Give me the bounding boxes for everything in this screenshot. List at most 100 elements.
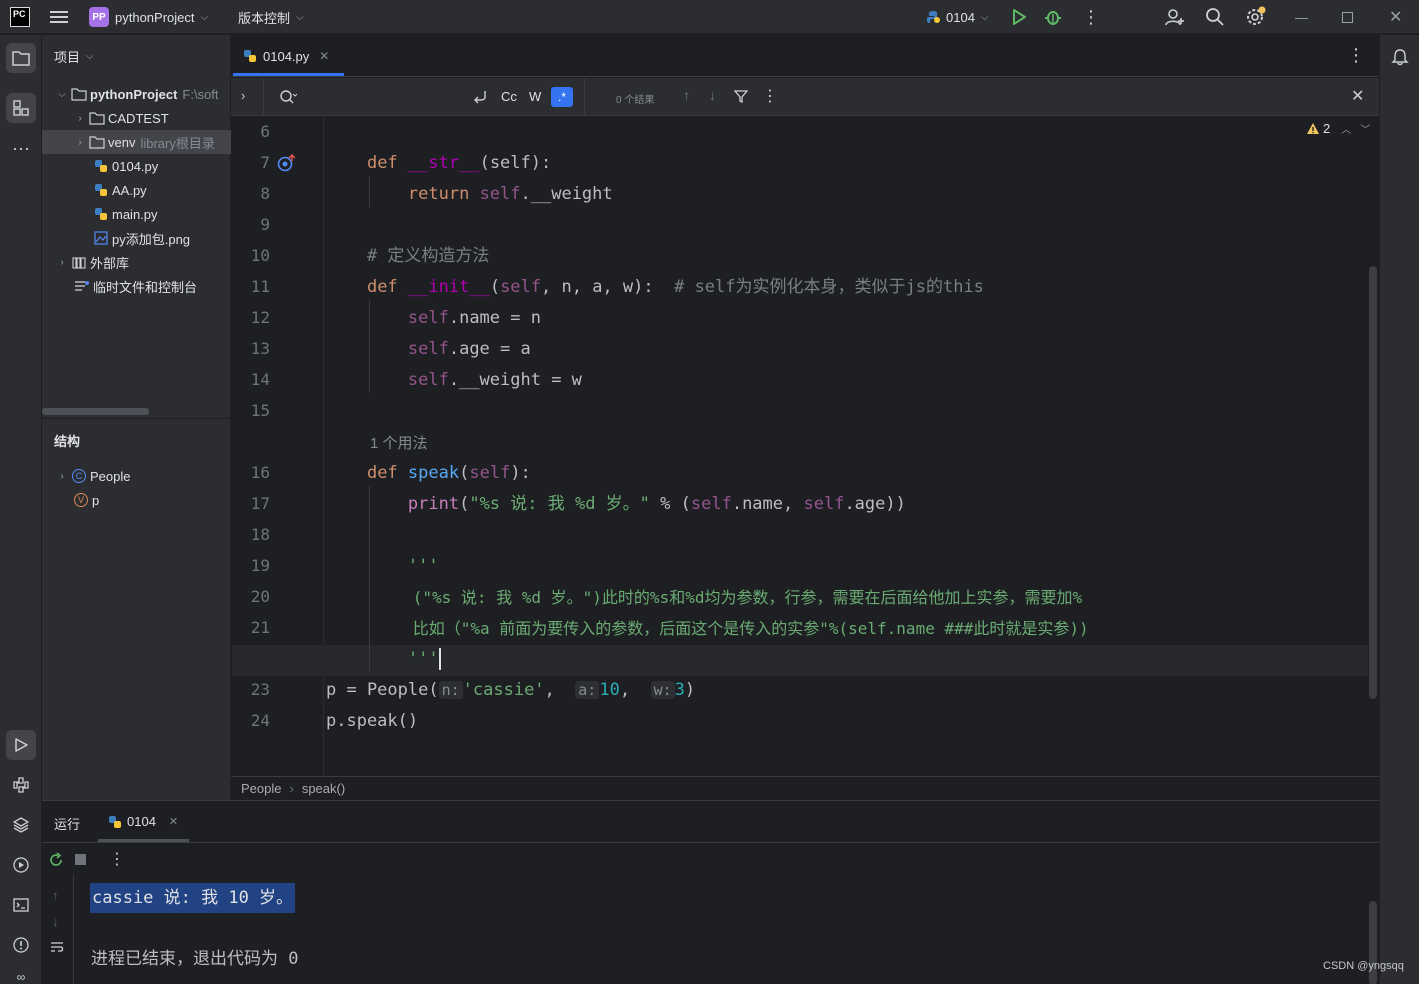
git-button[interactable]: ∞: [6, 970, 36, 984]
code-line-24[interactable]: p.speak(): [326, 706, 418, 737]
bug-icon: [1045, 11, 1061, 25]
param-hint: a:: [575, 681, 600, 699]
tree-item-cadtest[interactable]: › CADTEST: [42, 106, 231, 130]
code-line-13[interactable]: self.age = a: [326, 334, 531, 365]
close-tab-icon[interactable]: ✕: [319, 49, 329, 63]
project-tool-button[interactable]: [6, 43, 36, 73]
search-icon: [280, 90, 298, 104]
main-menu-button[interactable]: [50, 0, 68, 34]
previous-occurrence-button[interactable]: ↑: [683, 87, 690, 103]
run-config-selector[interactable]: 0104 ⌵: [926, 0, 989, 34]
services-button[interactable]: [6, 850, 36, 880]
whole-words-toggle[interactable]: W: [529, 89, 541, 104]
debug-button[interactable]: [1044, 0, 1062, 34]
divider: [263, 78, 264, 116]
app-logo[interactable]: PC: [10, 0, 30, 34]
console-output-line[interactable]: cassie 说: 我 10 岁。: [90, 883, 296, 913]
tree-item-external-libs[interactable]: › 外部库: [42, 250, 231, 274]
project-panel-header[interactable]: 项目 ⌵: [54, 47, 94, 66]
code-line-10[interactable]: # 定义构造方法: [326, 241, 489, 272]
rerun-button[interactable]: [48, 852, 64, 871]
run-button[interactable]: [1010, 0, 1028, 34]
horizontal-scrollbar[interactable]: [42, 408, 149, 415]
tree-item-venv[interactable]: › venv library根目录: [42, 130, 231, 154]
code-line-12[interactable]: self.name = n: [326, 303, 541, 334]
problems-button[interactable]: [6, 930, 36, 960]
code-line-7[interactable]: def __str__(self):: [326, 148, 551, 179]
line-number: 11: [250, 277, 270, 296]
inspection-widget[interactable]: 2 ︿ ﹀: [1306, 121, 1370, 136]
structure-tool-button[interactable]: [6, 93, 36, 123]
search-everywhere-button[interactable]: [1205, 0, 1225, 34]
breadcrumb-item[interactable]: speak(): [302, 781, 345, 796]
regex-toggle[interactable]: .*: [551, 87, 573, 107]
more-actions-button[interactable]: ⋮: [1082, 0, 1100, 34]
new-line-toggle[interactable]: [472, 88, 488, 107]
close-find-button[interactable]: ✕: [1351, 86, 1364, 106]
editor-vertical-scrollbar[interactable]: [1369, 266, 1377, 699]
code-line-22[interactable]: ''': [326, 644, 441, 675]
code-with-me-button[interactable]: [1165, 0, 1185, 34]
scroll-down-button[interactable]: ↓: [52, 914, 59, 929]
tree-item-png[interactable]: py添加包.png: [42, 226, 231, 250]
code-line-20[interactable]: ("%s 说: 我 %d 岁。")此时的%s和%d均为参数，行参，需要在后面给他…: [326, 582, 1082, 613]
previous-highlight-icon[interactable]: ︿: [1341, 121, 1351, 136]
tree-root-project[interactable]: ⌵ pythonProject F:\soft: [42, 82, 231, 106]
code-line-19[interactable]: ''': [326, 551, 439, 582]
bell-icon: [1391, 49, 1409, 66]
next-highlight-icon[interactable]: ﹀: [1360, 121, 1370, 136]
override-marker-icon[interactable]: [276, 153, 298, 176]
close-tab-icon[interactable]: ✕: [169, 815, 178, 828]
notifications-button[interactable]: [1391, 48, 1409, 69]
python-console-button[interactable]: [6, 770, 36, 800]
structure-item-people[interactable]: › C People: [42, 464, 231, 488]
project-name: pythonProject: [115, 9, 195, 25]
tree-item-mainpy[interactable]: main.py: [42, 202, 231, 226]
run-more-options[interactable]: ⋮: [109, 849, 125, 869]
more-vertical-icon: ⋮: [1347, 45, 1365, 65]
code-line-14[interactable]: self.__weight = w: [326, 365, 582, 396]
minimize-button[interactable]: —: [1295, 0, 1308, 34]
maximize-button[interactable]: [1342, 0, 1353, 34]
line-number: 8: [260, 184, 270, 203]
code-line-21[interactable]: 比如（"%a 前面为要传入的参数，后面这个是传入的实参"%(self.name …: [326, 613, 1089, 644]
code-line-8[interactable]: return self.__weight: [326, 179, 613, 210]
tree-item-0104py[interactable]: 0104.py: [42, 154, 231, 178]
code-line-17[interactable]: print("%s 说: 我 %d 岁。" % (self.name, self…: [326, 489, 906, 520]
tab-options-button[interactable]: ⋮: [1347, 45, 1365, 66]
terminal-button[interactable]: [6, 890, 36, 920]
newline-icon: [474, 91, 486, 104]
code-line-16[interactable]: def speak(self):: [326, 458, 531, 489]
usages-hint[interactable]: 1 个用法: [370, 432, 428, 453]
tree-item-label: py添加包.png: [112, 231, 191, 247]
run-tool-button[interactable]: [6, 730, 36, 760]
tree-item-scratches[interactable]: 临时文件和控制台: [42, 274, 231, 298]
tree-item-aapy[interactable]: AA.py: [42, 178, 231, 202]
settings-button[interactable]: [1245, 0, 1267, 34]
find-more-options[interactable]: ⋮: [762, 86, 778, 106]
python-file-icon: [244, 50, 256, 62]
soft-wrap-button[interactable]: [50, 941, 64, 956]
search-history-button[interactable]: [279, 89, 298, 108]
code-line-23[interactable]: p = People(n:'cassie', a: 10, w: 3): [326, 675, 695, 706]
structure-item-p[interactable]: V p: [42, 488, 231, 512]
code-line-11[interactable]: def __init__(self, n, a, w): # self为实例化本…: [326, 272, 984, 303]
vcs-menu[interactable]: 版本控制 ⌵: [238, 0, 304, 34]
console-exit-line[interactable]: 进程已结束，退出代码为 0: [91, 944, 298, 974]
close-window-button[interactable]: ✕: [1389, 0, 1402, 34]
python-packages-button[interactable]: [6, 810, 36, 840]
editor-tab-0104[interactable]: 0104.py ✕: [243, 35, 329, 77]
chevron-right-icon: ›: [289, 781, 294, 796]
project-switcher[interactable]: PP pythonProject ⌵: [89, 0, 208, 34]
scroll-up-button[interactable]: ↑: [52, 888, 59, 903]
stop-button[interactable]: [75, 854, 86, 865]
match-case-toggle[interactable]: Cc: [501, 89, 517, 104]
filter-button[interactable]: [733, 89, 749, 106]
chevron-down-icon: ⌵: [296, 11, 304, 23]
more-tools-button[interactable]: ···: [6, 133, 36, 163]
find-input[interactable]: [303, 84, 463, 110]
run-tab-0104[interactable]: 0104 ✕: [108, 814, 178, 829]
breadcrumb-item[interactable]: People: [241, 781, 281, 796]
next-occurrence-button[interactable]: ↓: [709, 87, 716, 103]
expand-replace-button[interactable]: ›: [241, 88, 245, 103]
